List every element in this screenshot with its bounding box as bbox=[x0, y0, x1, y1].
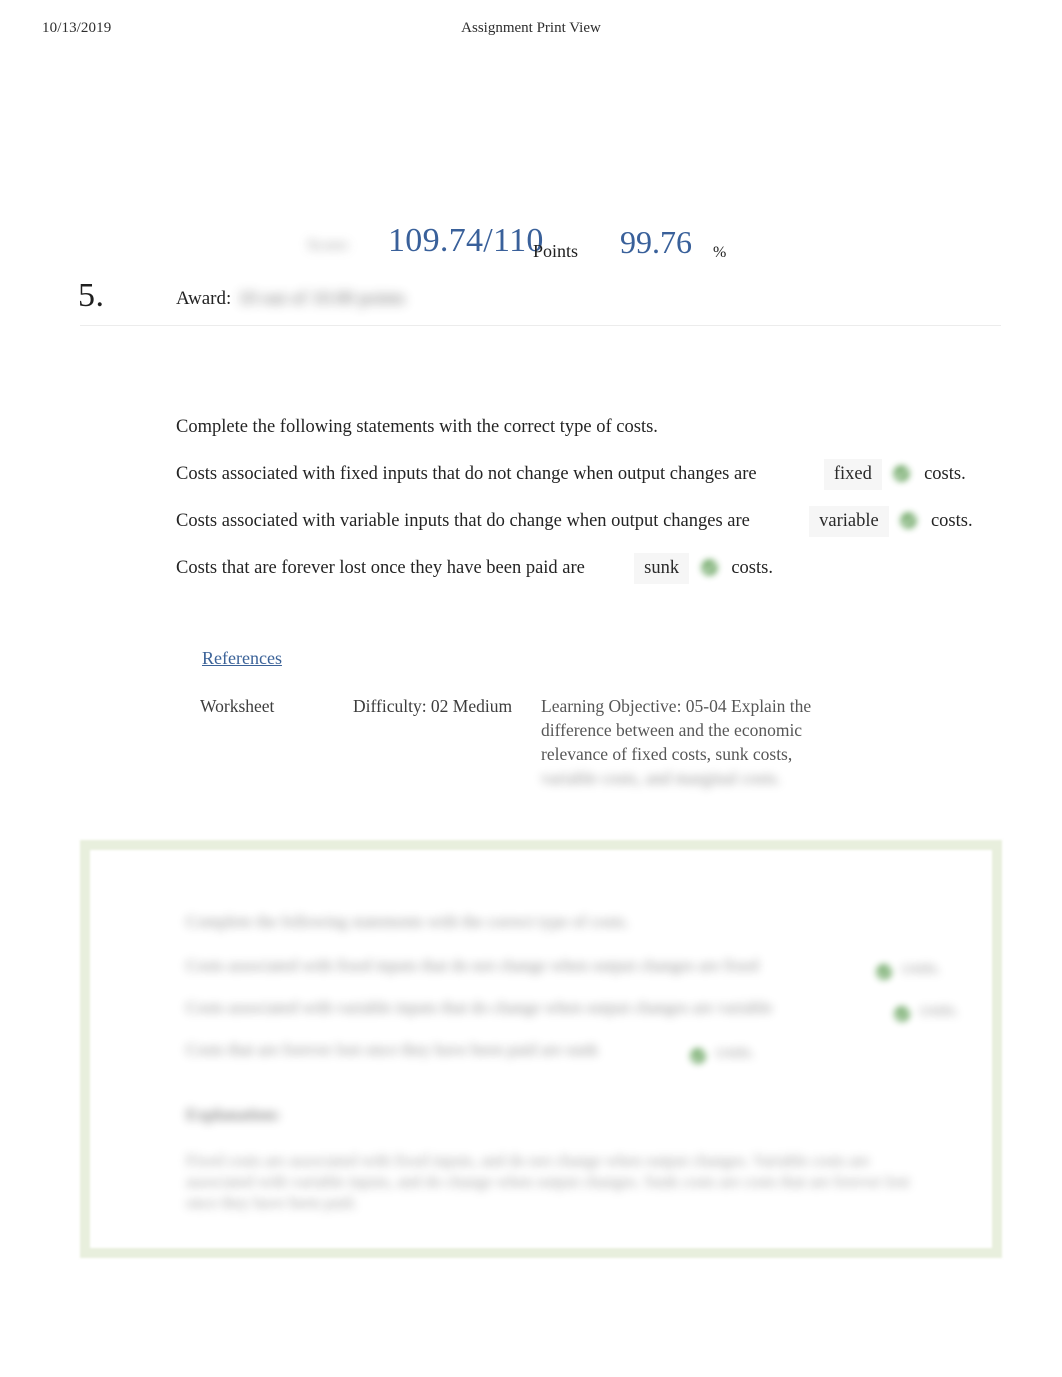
statement-trailing-3: costs. bbox=[731, 558, 773, 578]
green-check-icon bbox=[894, 1006, 910, 1022]
solution-statement-1: Costs associated with fixed inputs that … bbox=[186, 956, 759, 975]
statement-row-1: Costs associated with fixed inputs that … bbox=[176, 459, 1006, 490]
green-check-icon bbox=[900, 512, 917, 529]
statement-row-3: Costs that are forever lost once they ha… bbox=[176, 553, 1006, 584]
answer-field-3[interactable]: sunk bbox=[634, 553, 690, 584]
score-percent-value: 99.76 bbox=[620, 224, 692, 260]
meta-learning-objective-blurred: variable costs, and marginal costs. bbox=[541, 768, 781, 788]
award-label: Award: bbox=[176, 288, 232, 309]
statement-trailing-2: costs. bbox=[930, 511, 973, 531]
answer-field-2[interactable]: variable bbox=[809, 506, 889, 537]
solution-answer-2: costs. bbox=[920, 1000, 959, 1019]
question-number: 5. bbox=[78, 277, 105, 314]
explanation-body: Fixed costs are associated with fixed in… bbox=[186, 1151, 910, 1212]
green-check-icon bbox=[876, 964, 892, 980]
score-points-value: 109.74/110 bbox=[388, 222, 544, 259]
solution-stem: Complete the following statements with t… bbox=[186, 912, 629, 931]
score-percent-unit: % bbox=[713, 244, 727, 261]
award-value: 10 out of 10.00 points bbox=[238, 288, 406, 309]
statement-text-1: Costs associated with fixed inputs that … bbox=[176, 464, 757, 484]
green-check-icon bbox=[690, 1048, 706, 1064]
score-label: Score: bbox=[307, 235, 351, 254]
meta-worksheet: Worksheet bbox=[200, 696, 275, 716]
statement-text-3: Costs that are forever lost once they ha… bbox=[176, 558, 585, 578]
statement-trailing-1: costs. bbox=[924, 464, 966, 484]
score-points-unit: Points bbox=[533, 241, 579, 261]
solution-answer-1: costs. bbox=[902, 958, 941, 977]
solution-panel: Complete the following statements with t… bbox=[80, 840, 1002, 1258]
green-check-icon bbox=[893, 465, 910, 482]
meta-difficulty: Difficulty: 02 Medium bbox=[353, 696, 513, 716]
meta-learning-objective: Learning Objective: 05-04 Explain the di… bbox=[541, 694, 841, 790]
score-strip: Score: 109.74/110 Points 99.76 % bbox=[0, 222, 1062, 274]
statement-text-2: Costs associated with variable inputs th… bbox=[176, 511, 750, 531]
assignment-print-page: 10/13/2019 Assignment Print View Score: … bbox=[0, 0, 1062, 1377]
green-check-icon bbox=[701, 559, 718, 576]
references-link[interactable]: References bbox=[202, 648, 282, 669]
question-body: Complete the following statements with t… bbox=[176, 414, 1006, 600]
solution-statement-2: Costs associated with variable inputs th… bbox=[186, 998, 773, 1017]
solution-panel-content: Complete the following statements with t… bbox=[90, 850, 992, 1248]
explanation-heading: Explanation: bbox=[186, 1105, 281, 1124]
solution-statement-3: Costs that are forever lost once they ha… bbox=[186, 1040, 599, 1059]
question-stem: Complete the following statements with t… bbox=[176, 417, 658, 437]
print-header: 10/13/2019 Assignment Print View bbox=[0, 20, 1062, 44]
solution-answer-3: costs. bbox=[716, 1042, 755, 1061]
document-title: Assignment Print View bbox=[461, 20, 601, 36]
header-divider bbox=[80, 325, 1001, 326]
meta-learning-objective-visible: Learning Objective: 05-04 Explain the di… bbox=[541, 696, 812, 764]
answer-field-1[interactable]: fixed bbox=[823, 459, 882, 490]
statement-row-2: Costs associated with variable inputs th… bbox=[176, 506, 1006, 537]
